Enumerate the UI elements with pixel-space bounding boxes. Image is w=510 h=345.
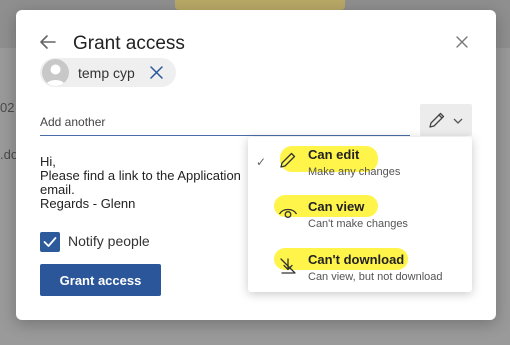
person-icon bbox=[46, 64, 65, 86]
permission-menu: ✓ Can edit Make any changes Can view Can… bbox=[248, 137, 472, 292]
background-app-accent bbox=[175, 0, 345, 10]
grant-access-button[interactable]: Grant access bbox=[40, 264, 161, 296]
message-textarea[interactable]: Hi, Please find a link to the Applicatio… bbox=[40, 155, 270, 215]
eye-icon bbox=[278, 208, 298, 218]
back-button[interactable] bbox=[38, 32, 58, 52]
menu-item-title: Can view bbox=[308, 199, 365, 214]
menu-item-subtitle: Can view, but not download bbox=[308, 271, 443, 283]
remove-recipient-button[interactable] bbox=[150, 66, 163, 79]
close-icon bbox=[150, 66, 163, 79]
arrow-left-icon bbox=[40, 35, 56, 49]
menu-item-can-view[interactable]: Can view Can't make changes bbox=[248, 189, 472, 239]
pencil-icon bbox=[429, 112, 445, 128]
message-line: email. bbox=[40, 182, 75, 197]
message-line: Hi, bbox=[40, 155, 56, 169]
menu-item-subtitle: Make any changes bbox=[308, 166, 401, 178]
message-line: Please find a link to the Application bbox=[40, 168, 241, 183]
avatar bbox=[42, 59, 69, 86]
menu-item-can-edit[interactable]: ✓ Can edit Make any changes bbox=[248, 137, 472, 187]
menu-item-title: Can edit bbox=[308, 147, 360, 162]
permission-dropdown-button[interactable] bbox=[420, 104, 472, 136]
notify-label: Notify people bbox=[68, 233, 150, 249]
no-download-icon bbox=[280, 258, 296, 274]
checkmark-icon bbox=[43, 237, 57, 247]
close-button[interactable] bbox=[454, 34, 470, 50]
recipient-name: temp cyp bbox=[78, 65, 135, 81]
pencil-icon bbox=[280, 152, 296, 168]
recipient-chip: temp cyp bbox=[40, 58, 176, 87]
chevron-down-icon bbox=[453, 118, 463, 124]
add-another-field[interactable] bbox=[40, 108, 410, 136]
add-another-input[interactable] bbox=[40, 108, 410, 135]
notify-checkbox[interactable] bbox=[40, 232, 60, 252]
message-line: Regards - Glenn bbox=[40, 196, 136, 211]
menu-item-title: Can't download bbox=[308, 252, 405, 267]
menu-item-cant-download[interactable]: Can't download Can view, but not downloa… bbox=[248, 241, 472, 291]
menu-item-subtitle: Can't make changes bbox=[308, 218, 408, 230]
close-icon bbox=[456, 36, 468, 48]
background-row-text: 02 bbox=[0, 100, 15, 115]
dialog-title: Grant access bbox=[73, 33, 185, 54]
check-icon: ✓ bbox=[256, 155, 267, 169]
